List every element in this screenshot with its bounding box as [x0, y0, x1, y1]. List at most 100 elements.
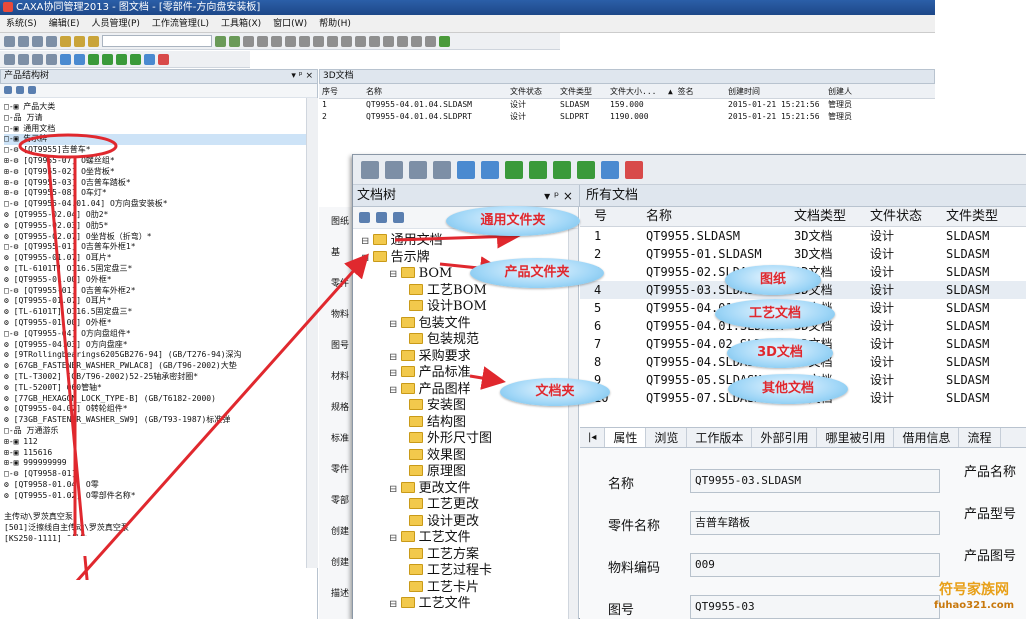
- doc-tree-item[interactable]: 效果图: [361, 448, 578, 465]
- column-header[interactable]: ▲ 签名: [665, 84, 725, 98]
- tree-node[interactable]: □-⚙ [QT9955-04] O方向盘组件*: [4, 329, 317, 340]
- tree-node[interactable]: ⊞-▣ 112: [4, 437, 317, 448]
- tree-node[interactable]: ⚙ [QT9955-01.00] O外框*: [4, 318, 317, 329]
- tree-node[interactable]: ⊞-⚙ [QT9955-07] O螺丝组*: [4, 156, 317, 167]
- list-item[interactable]: 1 QT9955.SLDASM 3D文档 设计 SLDASM: [580, 227, 1026, 245]
- find-icon[interactable]: [229, 35, 240, 47]
- list-column-header[interactable]: 文档类型: [790, 207, 866, 226]
- expand-toggle-icon[interactable]: ⊟: [389, 368, 401, 379]
- flow-icon[interactable]: [144, 53, 155, 65]
- doc-tree-item[interactable]: 设计BOM: [361, 299, 578, 316]
- table-row[interactable]: 2 QT9955-04.01.04.SLDPRT 设计 SLDPRT 1190.000 2…: [319, 111, 935, 123]
- delete-icon[interactable]: [625, 160, 643, 179]
- field-value[interactable]: QT9955-03: [690, 595, 940, 619]
- tool-icon[interactable]: [355, 35, 366, 47]
- doc-tree-controls[interactable]: ▾ ᵖ ×: [544, 185, 573, 207]
- field-value[interactable]: 吉普车踏板: [690, 511, 940, 535]
- doc-tree-item[interactable]: ⊟ 工艺文件: [361, 530, 578, 547]
- paste-icon[interactable]: [88, 35, 99, 47]
- tree-node[interactable]: ⊞-⚙ [QT9955-03] O吉普车踏板*: [4, 178, 317, 189]
- filter-icon[interactable]: [215, 35, 226, 47]
- doc-tree-item[interactable]: ⊟ 通用文档: [361, 233, 578, 250]
- tree-node[interactable]: ⚙ [TL-5200T] O60管轴*: [4, 383, 317, 394]
- property-tab[interactable]: 借用信息: [894, 428, 960, 447]
- property-tab[interactable]: 哪里被引用: [817, 428, 895, 447]
- doc-tree-item[interactable]: ⊟ 更改文件: [361, 481, 578, 498]
- tree-node[interactable]: ⚙ [TL-6101T] O116.5固定盘三*: [4, 264, 317, 275]
- tree-node[interactable]: [4, 501, 317, 512]
- menu-edit[interactable]: 编辑(E): [49, 15, 80, 32]
- expand-toggle-icon[interactable]: ⊟: [389, 484, 401, 495]
- check-icon[interactable]: [481, 160, 499, 179]
- list-column-header[interactable]: 号: [580, 207, 642, 226]
- tree-node[interactable]: ⊞-⚙ [QT9955-02] O坐背板*: [4, 167, 317, 178]
- tree-node[interactable]: □-⚙ [QT9955-01] O吉普车外框2*: [4, 286, 317, 297]
- list-column-header[interactable]: 文件状态: [866, 207, 942, 226]
- menu-system[interactable]: 系统(S): [6, 15, 37, 32]
- tree-node[interactable]: ⚙ [QT9955-02.07] O坐背板（折弯）*: [4, 232, 317, 243]
- tree-node[interactable]: □-品 万请: [4, 113, 317, 124]
- doc-tree-item[interactable]: 工艺方案: [361, 547, 578, 564]
- property-tab[interactable]: 浏览: [646, 428, 688, 447]
- tree-node[interactable]: ⚙ [QT9955-01.07] O耳片*: [4, 296, 317, 307]
- tool-icon[interactable]: [425, 35, 436, 47]
- tree-node[interactable]: ⚙ [QT9955-04.02] O转轮组件*: [4, 404, 317, 415]
- tree-node[interactable]: □-品 万通游乐: [4, 426, 317, 437]
- field-value[interactable]: QT9955-03.SLDASM: [690, 469, 940, 493]
- panel-controls[interactable]: ▾ ᵖ ×: [291, 70, 313, 83]
- doc-icon[interactable]: [32, 53, 43, 65]
- expand-toggle-icon[interactable]: ⊟: [389, 352, 401, 363]
- tree-node[interactable]: ⚙ [QT9955-01.02] O零部件名称*: [4, 491, 317, 502]
- expand-toggle-icon[interactable]: ⊟: [389, 385, 401, 396]
- tree-node[interactable]: [KS250-1111] O机体: [4, 534, 317, 545]
- print-icon[interactable]: [46, 35, 57, 47]
- doc-tree-item[interactable]: 原理图: [361, 464, 578, 481]
- doc-tree-item[interactable]: 工艺卡片: [361, 580, 578, 597]
- doc-icon[interactable]: [46, 53, 57, 65]
- tree-node[interactable]: ⚙ [QT9955-01.00] O外框*: [4, 275, 317, 286]
- expand-toggle-icon[interactable]: ⊟: [361, 253, 373, 264]
- flow-icon[interactable]: [601, 160, 619, 179]
- menu-window[interactable]: 窗口(W): [273, 15, 307, 32]
- doc-tree-item[interactable]: 包装规范: [361, 332, 578, 349]
- tool-icon[interactable]: [327, 35, 338, 47]
- tree-node[interactable]: □-⚙ [QT9958-01]: [4, 469, 317, 480]
- tool-icon[interactable]: [341, 35, 352, 47]
- tool-icon[interactable]: [383, 35, 394, 47]
- open-icon[interactable]: [18, 35, 29, 47]
- expand-toggle-icon[interactable]: ⊟: [389, 533, 401, 544]
- column-header[interactable]: 创建时间: [725, 84, 825, 98]
- property-tab[interactable]: 工作版本: [687, 428, 753, 447]
- check-icon[interactable]: [74, 53, 85, 65]
- tree-node[interactable]: ⚙ [QT9955-04.03] O方向盘座*: [4, 340, 317, 351]
- list-item[interactable]: 2 QT9955-01.SLDASM 3D文档 设计 SLDASM: [580, 245, 1026, 263]
- expand-toggle-icon[interactable]: ⊟: [361, 236, 373, 247]
- arrow-down-icon[interactable]: [116, 53, 127, 65]
- tree-node[interactable]: □-⚙ [QT9955-04.01.04] O方向盘安装板*: [4, 199, 317, 210]
- collapse-icon[interactable]: [376, 212, 387, 223]
- list-column-header[interactable]: 名称: [642, 207, 790, 226]
- doc-tree-item[interactable]: 设计更改: [361, 514, 578, 531]
- tool-icon[interactable]: [397, 35, 408, 47]
- menu-help[interactable]: 帮助(H): [319, 15, 351, 32]
- tree-node[interactable]: ⚙ [TL-T3002] (GB/T96-2002)52-25轴承密封圈*: [4, 372, 317, 383]
- tool-icon[interactable]: [271, 35, 282, 47]
- copy-icon[interactable]: [74, 35, 85, 47]
- tree-node[interactable]: ⊞-▣ 115616: [4, 448, 317, 459]
- tree-node[interactable]: □-⚙ [QT9955]吉普车*: [4, 145, 317, 156]
- tool-icon[interactable]: [369, 35, 380, 47]
- arrow-up-icon[interactable]: [88, 53, 99, 65]
- arrow-top-icon[interactable]: [529, 160, 547, 179]
- tree-node[interactable]: ⚙ [9TRollingbearings6205GB276-94] (GB/T2…: [4, 350, 317, 361]
- tool-icon[interactable]: [257, 35, 268, 47]
- list-column-header[interactable]: 文件类型: [942, 207, 1022, 226]
- tree-node[interactable]: ⚙ [QT9958-01.04] O零: [4, 480, 317, 491]
- doc-icon[interactable]: [4, 53, 15, 65]
- tool-icon[interactable]: [243, 35, 254, 47]
- tree-node[interactable]: ⚙ [TL-6101T] O116.5固定盘三*: [4, 307, 317, 318]
- doc-icon[interactable]: [433, 160, 451, 179]
- column-header[interactable]: 创建人: [825, 84, 885, 98]
- tree-node[interactable]: ⚙ [77GB_HEXAGON_LOCK_TYPE-B] (GB/T6182-2…: [4, 394, 317, 405]
- tool-icon[interactable]: [299, 35, 310, 47]
- expand-toggle-icon[interactable]: ⊟: [389, 269, 401, 280]
